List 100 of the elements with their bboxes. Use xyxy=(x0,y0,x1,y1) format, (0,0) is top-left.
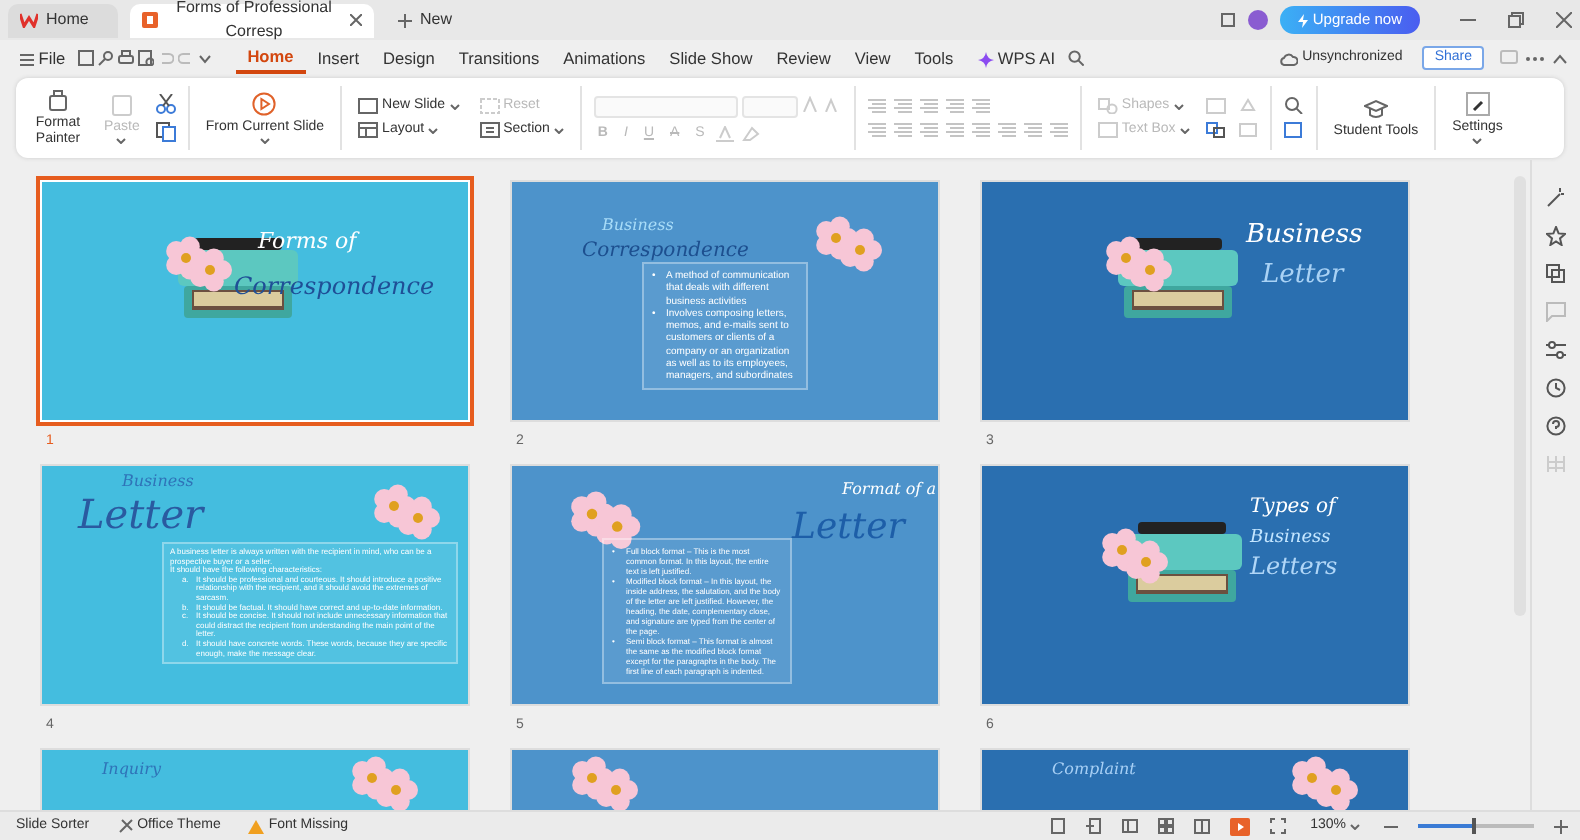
star-icon[interactable] xyxy=(1546,226,1566,246)
save-icon[interactable] xyxy=(77,50,94,66)
sliders-icon[interactable] xyxy=(1546,340,1566,360)
ribbon-tab[interactable]: Transitions xyxy=(446,42,552,74)
bolt-icon xyxy=(1298,13,1309,28)
slide-title: Letter xyxy=(1262,262,1344,288)
graduation-cap-icon xyxy=(1363,97,1388,120)
slide-title: Complaint xyxy=(1052,762,1136,778)
ribbon-tab[interactable]: Animations xyxy=(551,42,658,74)
layout-icon xyxy=(358,122,379,138)
ribbon-tab[interactable]: Home xyxy=(235,42,306,74)
export-icon[interactable] xyxy=(137,50,154,66)
fit-icon[interactable] xyxy=(1270,818,1287,834)
close-icon[interactable] xyxy=(350,14,362,26)
sparkle-icon xyxy=(977,51,994,68)
slider-thumb[interactable] xyxy=(1471,818,1476,834)
slide-title: Types of xyxy=(1250,498,1336,518)
ribbon-tab[interactable]: Slide Show xyxy=(657,42,765,74)
copy-icon[interactable] xyxy=(155,122,176,142)
caret-icon xyxy=(116,138,127,145)
caret-icon[interactable] xyxy=(197,53,212,63)
caret-icon xyxy=(259,138,270,145)
arrange-icon[interactable] xyxy=(1205,122,1226,138)
brush-icon xyxy=(46,88,70,113)
ribbon-tab[interactable]: Tools xyxy=(902,42,966,74)
caret-icon xyxy=(449,103,460,109)
font-field[interactable] xyxy=(593,95,738,117)
ribbon-tab[interactable]: View xyxy=(842,42,903,74)
file-menu[interactable]: File xyxy=(8,42,78,74)
ribbon-tab[interactable]: Insert xyxy=(305,42,372,74)
wrench-icon xyxy=(1465,91,1490,116)
copy-icon[interactable] xyxy=(1546,264,1566,284)
magic-wand-icon[interactable] xyxy=(1546,188,1566,208)
warning-icon xyxy=(248,819,265,833)
flower-drawing xyxy=(571,491,641,550)
window-tab[interactable]: Forms of Professional Corresp xyxy=(130,3,374,37)
slide-title: Letters xyxy=(1250,554,1338,578)
slide-thumbnail[interactable]: Forms of Correspondence xyxy=(40,180,470,422)
play-icon xyxy=(252,91,277,116)
collapse-icon[interactable] xyxy=(1552,53,1568,63)
flower-drawing xyxy=(1106,236,1172,292)
flower-drawing xyxy=(1292,756,1358,810)
caret-icon xyxy=(1173,103,1184,109)
logo-icon xyxy=(20,12,38,28)
document-icon xyxy=(142,12,158,28)
slide-title: Correspondence xyxy=(582,242,749,262)
help-icon[interactable] xyxy=(1546,416,1566,436)
print-icon[interactable] xyxy=(117,50,134,66)
slide-thumbnail[interactable] xyxy=(510,180,940,422)
caret-icon xyxy=(553,127,564,133)
play-icon[interactable] xyxy=(1230,817,1251,835)
sorter-view-icon[interactable] xyxy=(1158,818,1175,834)
slide-title: Inquiry xyxy=(102,762,161,778)
slide-thumbnail[interactable] xyxy=(40,464,470,706)
ribbon-tab[interactable]: Design xyxy=(371,42,447,74)
more-icon[interactable] xyxy=(1526,55,1544,61)
slide-title: Format of a xyxy=(842,482,936,498)
find-icon[interactable] xyxy=(1283,96,1304,114)
reading-view-icon[interactable] xyxy=(1194,818,1211,834)
search-icon[interactable] xyxy=(1067,50,1084,66)
notes-icon[interactable] xyxy=(1050,818,1067,834)
flower-drawing xyxy=(352,756,418,810)
clipboard-icon xyxy=(109,91,134,116)
flower-drawing xyxy=(166,236,232,292)
font-color-icon[interactable] xyxy=(716,125,735,141)
window-icon[interactable] xyxy=(1220,12,1237,28)
scissors-icon[interactable] xyxy=(155,94,176,114)
select-icon[interactable] xyxy=(1283,122,1304,140)
zoom-in-icon[interactable] xyxy=(1554,819,1568,833)
slide-title: Business xyxy=(602,218,674,234)
avatar-icon[interactable] xyxy=(1248,10,1269,30)
slide-title: Forms of xyxy=(258,230,357,252)
slide-thumbnail[interactable]: Types of Business Letters xyxy=(980,464,1410,706)
caret-icon xyxy=(1179,127,1190,133)
caret-icon xyxy=(428,127,439,133)
history-icon[interactable] xyxy=(1546,378,1566,398)
slide-title: Business xyxy=(122,474,194,490)
new-tab-button[interactable]: New xyxy=(386,3,465,37)
ribbon-tab[interactable]: Review xyxy=(764,42,843,74)
size-field[interactable] xyxy=(741,95,798,117)
close-icon[interactable] xyxy=(1556,12,1572,28)
plus-icon xyxy=(398,13,412,27)
flower-drawing xyxy=(816,216,882,272)
flower-drawing xyxy=(374,484,440,540)
exit-icon[interactable] xyxy=(1086,818,1103,834)
caret-icon xyxy=(1472,138,1483,145)
window-tab[interactable]: Home xyxy=(8,3,118,37)
text-box-icon xyxy=(1097,122,1118,138)
caret-icon xyxy=(1350,823,1360,829)
slide-title: Business xyxy=(1250,530,1331,548)
ai-tab[interactable]: WPS AI xyxy=(965,42,1068,74)
key-icon[interactable] xyxy=(97,50,114,66)
restore-icon[interactable] xyxy=(1508,12,1524,28)
slide-icon xyxy=(358,98,379,114)
slide-title: Business xyxy=(1246,222,1363,248)
menu-icon xyxy=(20,53,34,66)
slide-thumbnail[interactable] xyxy=(510,464,940,706)
slide-thumbnail[interactable]: Business Letter xyxy=(980,180,1410,422)
slide-title: Letter xyxy=(78,494,204,534)
normal-view-icon[interactable] xyxy=(1122,818,1139,834)
